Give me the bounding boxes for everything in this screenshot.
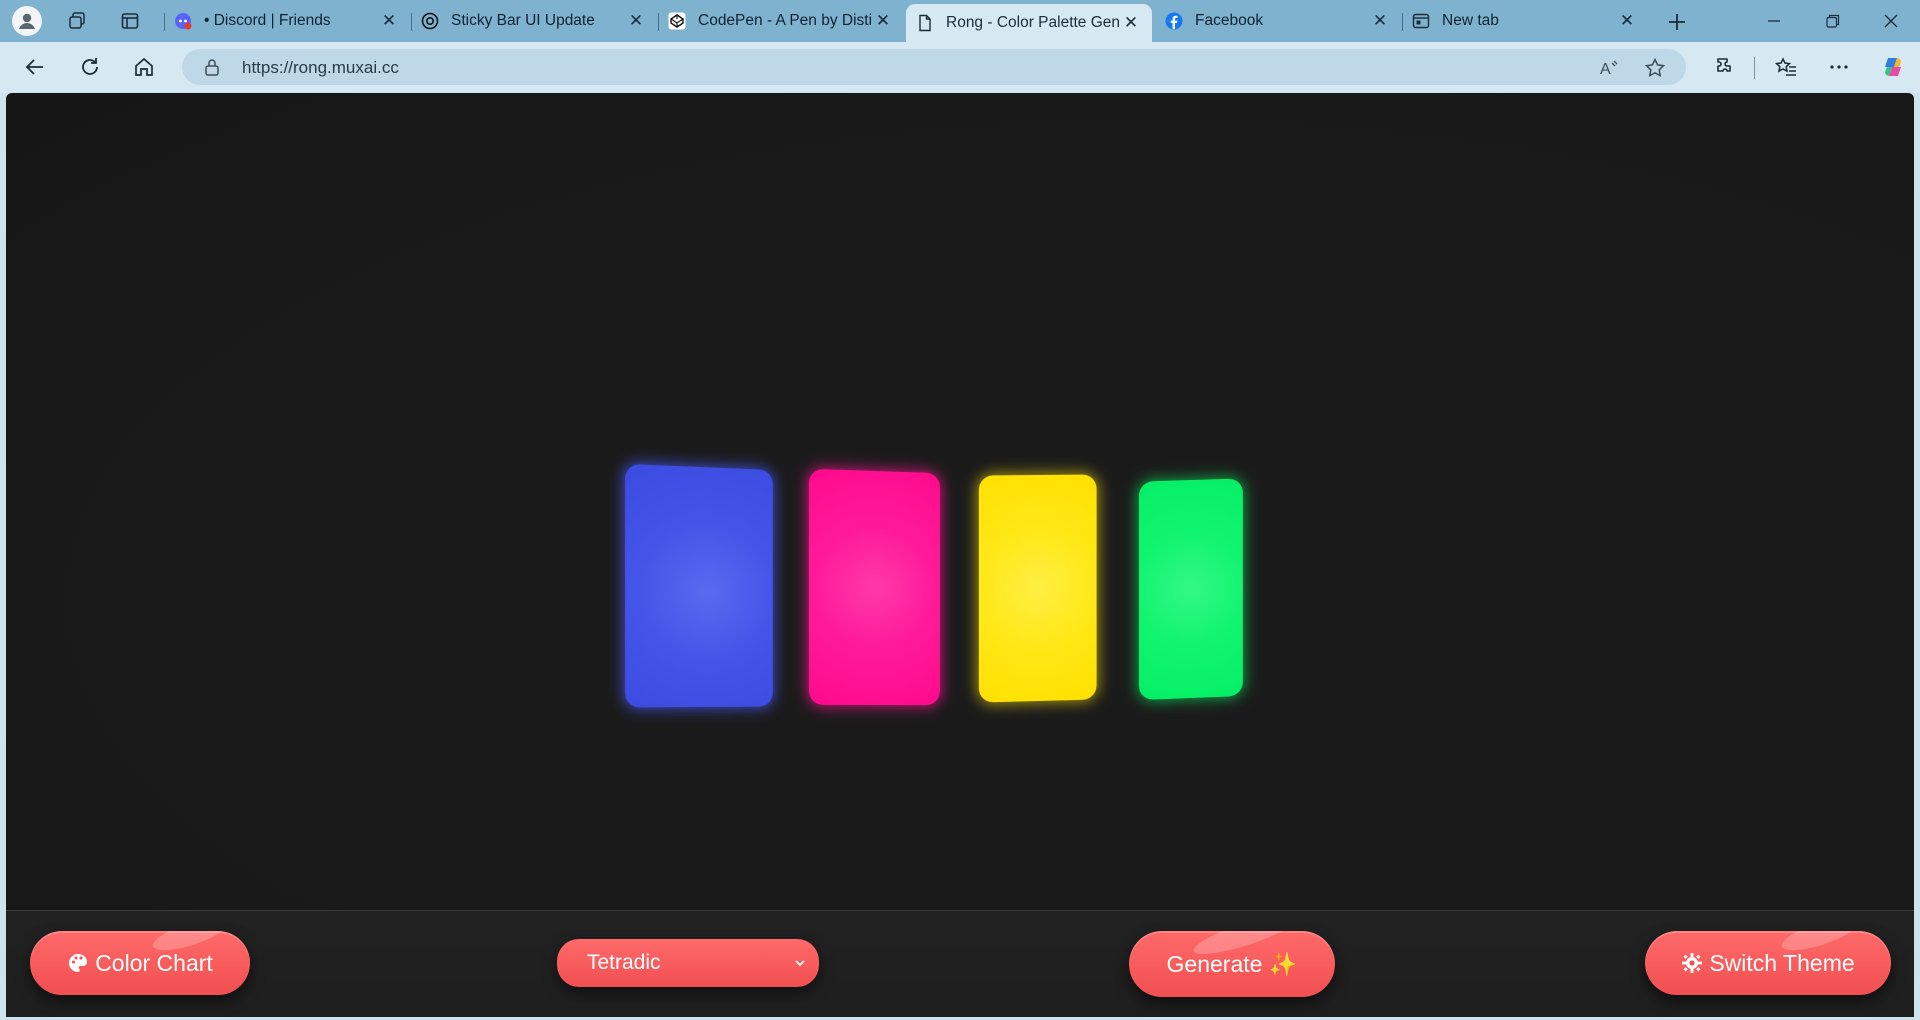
plus-icon <box>1669 14 1685 30</box>
tab-sticky-bar[interactable]: Sticky Bar UI Update ✕ <box>411 4 657 38</box>
tab-title: Facebook <box>1195 12 1264 29</box>
new-tab-button[interactable] <box>1662 7 1692 37</box>
codepen-icon <box>668 12 686 30</box>
address-bar[interactable]: https://rong.muxai.cc A <box>182 49 1686 85</box>
palette-card-blue[interactable] <box>625 463 773 708</box>
chevron-down-icon <box>793 956 807 970</box>
control-bar: Color Chart Tetradic Generate ✨ Switch T… <box>6 910 1914 1017</box>
tab-separator <box>1402 13 1403 31</box>
palette-card-green[interactable] <box>1138 478 1243 701</box>
generate-button[interactable]: Generate ✨ <box>1129 931 1335 997</box>
close-tab-icon[interactable]: ✕ <box>872 10 894 32</box>
browser-tab-strip: • Discord | Friends ✕ Sticky Bar UI Upda… <box>0 0 1920 42</box>
tab-codepen[interactable]: CodePen - A Pen by Distil ✕ <box>658 4 904 38</box>
lock-icon[interactable] <box>202 57 222 77</box>
refresh-icon[interactable] <box>74 51 106 83</box>
close-tab-icon[interactable]: ✕ <box>378 10 400 32</box>
toolbar-divider <box>1754 57 1755 79</box>
scheme-select[interactable]: Tetradic <box>557 939 819 987</box>
scheme-selected-value: Tetradic <box>587 951 661 974</box>
svg-text:A: A <box>1600 61 1611 78</box>
gear-icon <box>1681 952 1703 974</box>
tab-discord[interactable]: • Discord | Friends ✕ <box>164 4 410 38</box>
discord-icon <box>174 12 192 30</box>
facebook-icon <box>1165 12 1183 30</box>
more-options-icon[interactable] <box>1823 51 1855 83</box>
tab-separator <box>658 13 659 31</box>
document-icon <box>916 14 934 32</box>
tab-title: CodePen - A Pen by Distil <box>698 12 872 29</box>
tab-title: • Discord | Friends <box>204 12 331 29</box>
switch-theme-button[interactable]: Switch Theme <box>1645 931 1891 995</box>
browser-toolbar: https://rong.muxai.cc A <box>0 42 1920 92</box>
minimize-window-icon[interactable] <box>1751 6 1797 36</box>
home-icon[interactable] <box>128 51 160 83</box>
tab-title: Sticky Bar UI Update <box>451 12 595 29</box>
tab-separator <box>411 13 412 31</box>
close-tab-icon[interactable]: ✕ <box>1120 12 1142 34</box>
color-chart-button[interactable]: Color Chart <box>30 931 250 995</box>
generate-label: Generate ✨ <box>1166 950 1298 977</box>
vertical-tabs-icon[interactable] <box>118 9 142 33</box>
tab-title: Rong - Color Palette Gene <box>946 14 1120 31</box>
workspaces-icon[interactable] <box>65 9 89 33</box>
palette-card-yellow[interactable] <box>978 474 1097 703</box>
palette-stage <box>6 93 1914 910</box>
url-text[interactable]: https://rong.muxai.cc <box>242 58 399 78</box>
tab-new-tab[interactable]: New tab ✕ <box>1402 4 1648 38</box>
tab-separator <box>164 13 165 31</box>
palette-card-pink[interactable] <box>808 468 940 706</box>
newtab-icon <box>1412 12 1430 30</box>
color-chart-label: Color Chart <box>95 949 213 976</box>
extensions-icon[interactable] <box>1709 51 1741 83</box>
openai-icon <box>421 12 439 30</box>
switch-theme-label: Switch Theme <box>1709 949 1855 976</box>
close-window-icon[interactable] <box>1868 6 1914 36</box>
back-icon[interactable] <box>19 51 51 83</box>
favorite-star-icon[interactable] <box>1642 55 1668 81</box>
close-tab-icon[interactable]: ✕ <box>625 10 647 32</box>
page-viewport: Color Chart Tetradic Generate ✨ Switch T… <box>6 93 1914 1017</box>
palette-icon <box>67 952 89 974</box>
read-aloud-icon[interactable]: A <box>1596 55 1622 81</box>
tab-rong-active[interactable]: Rong - Color Palette Gene ✕ <box>906 4 1152 42</box>
favorites-icon[interactable] <box>1770 51 1802 83</box>
close-tab-icon[interactable]: ✕ <box>1616 10 1638 32</box>
close-tab-icon[interactable]: ✕ <box>1369 10 1391 32</box>
profile-avatar-icon[interactable] <box>12 6 42 36</box>
tab-facebook[interactable]: Facebook ✕ <box>1155 4 1401 38</box>
restore-window-icon[interactable] <box>1810 6 1856 36</box>
copilot-icon[interactable] <box>1877 51 1909 83</box>
tab-title: New tab <box>1442 12 1499 29</box>
